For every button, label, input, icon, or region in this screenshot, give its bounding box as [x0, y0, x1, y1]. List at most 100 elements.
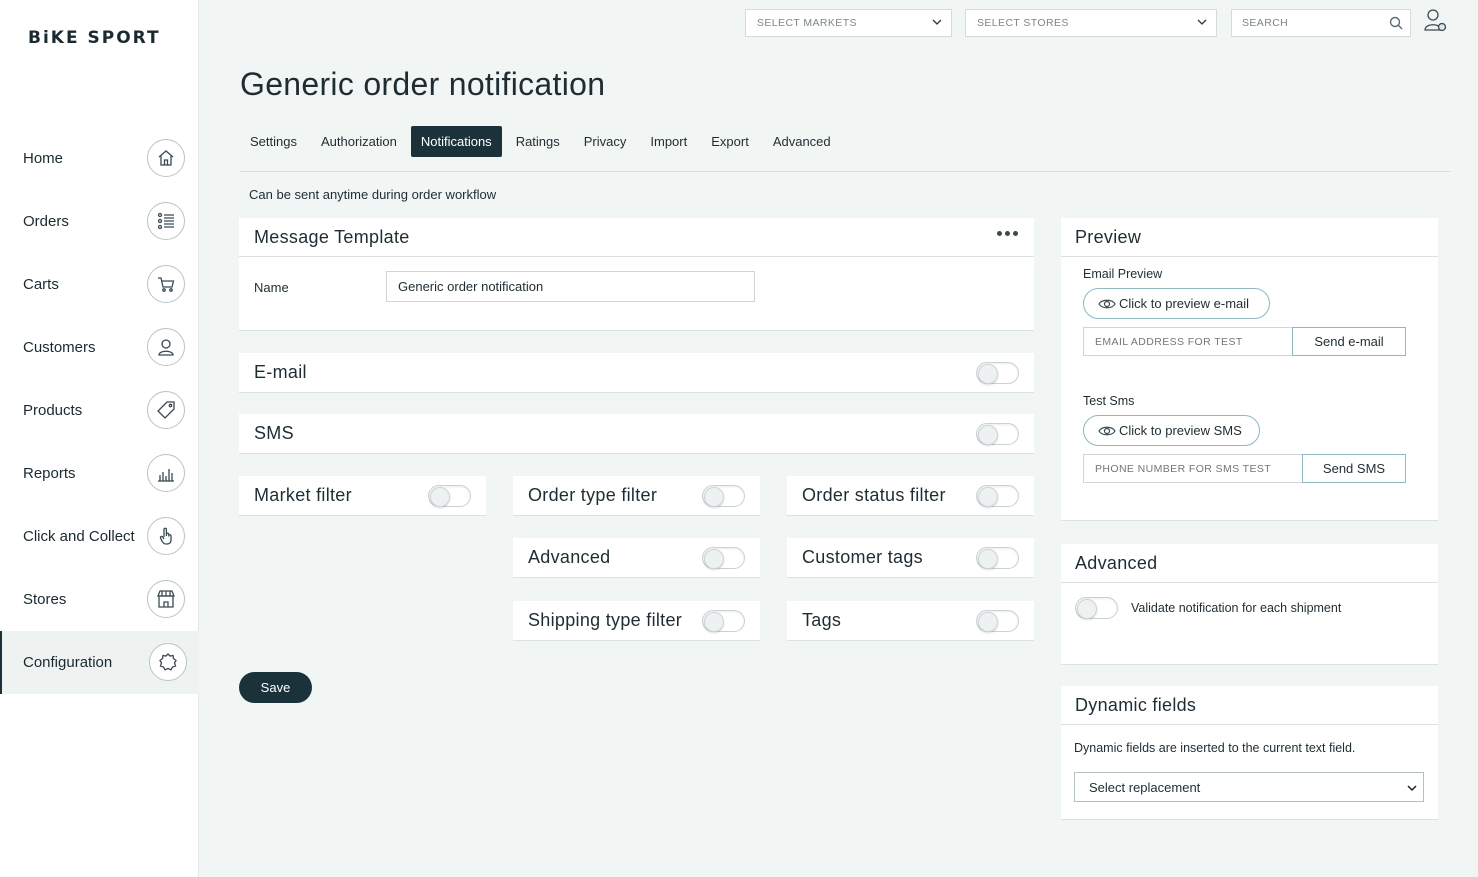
- tab-notifications[interactable]: Notifications: [410, 126, 502, 157]
- replacement-select-value: Select replacement: [1089, 779, 1201, 795]
- shipping-type-filter-label: Shipping type filter: [528, 610, 683, 630]
- more-options-icon[interactable]: [997, 231, 1018, 236]
- dynamic-fields-description: Dynamic fields are inserted to the curre…: [1074, 741, 1356, 755]
- tab-settings[interactable]: Settings: [240, 126, 307, 157]
- markets-select-placeholder: SELECT MARKETS: [757, 17, 857, 29]
- email-preview-label: Email Preview: [1083, 267, 1163, 281]
- test-sms-label: Test Sms: [1083, 394, 1135, 408]
- sidebar-item-carts[interactable]: Carts: [0, 253, 199, 316]
- page-subtitle: Can be sent anytime during order workflo…: [249, 187, 497, 202]
- order-status-filter-toggle[interactable]: [976, 485, 1019, 507]
- replacement-select[interactable]: Select replacement: [1074, 772, 1424, 802]
- send-sms-button[interactable]: Send SMS: [1302, 454, 1406, 483]
- eye-icon: [1098, 299, 1116, 308]
- name-label: Name: [254, 280, 289, 295]
- test-email-field[interactable]: [1083, 327, 1293, 356]
- email-channel-label: E-mail: [254, 362, 307, 382]
- preview-sms-label: Click to preview SMS: [1119, 423, 1242, 438]
- sidebar-item-label: Carts: [23, 276, 59, 293]
- preview-email-button[interactable]: Click to preview e-mail: [1083, 288, 1270, 319]
- order-type-filter-label: Order type filter: [528, 485, 658, 505]
- shipping-type-filter-card: Shipping type filter: [513, 601, 760, 641]
- sidebar-item-label: Orders: [23, 213, 69, 230]
- validate-shipment-toggle[interactable]: [1075, 597, 1118, 619]
- preview-header: Preview: [1061, 218, 1438, 257]
- advanced-filter-card: Advanced: [513, 538, 760, 578]
- sms-toggle[interactable]: [976, 423, 1019, 445]
- tags-filter-toggle[interactable]: [976, 610, 1019, 632]
- dynamic-fields-card: Dynamic fields Dynamic fields are insert…: [1061, 686, 1438, 820]
- sidebar-item-label: Click and Collect: [23, 528, 135, 545]
- preview-card: Preview Email Preview Click to preview e…: [1061, 218, 1438, 521]
- message-template-title: Message Template: [254, 226, 410, 247]
- tab-advanced[interactable]: Advanced: [763, 126, 841, 157]
- message-template-header: Message Template: [239, 218, 1034, 257]
- advanced-filter-toggle[interactable]: [702, 547, 745, 569]
- chevron-down-icon: [1407, 785, 1417, 792]
- stores-select[interactable]: SELECT STORES: [965, 9, 1217, 37]
- order-status-filter-card: Order status filter: [787, 476, 1034, 516]
- brand-logo[interactable]: BiKE SPORT: [28, 28, 161, 48]
- sidebar-item-label: Products: [23, 402, 83, 419]
- advanced-card: Advanced Validate notification for each …: [1061, 544, 1438, 665]
- customer-tags-card: Customer tags: [787, 538, 1034, 578]
- tab-bar: Settings Authorization Notifications Rat…: [240, 126, 845, 157]
- customer-tags-label: Customer tags: [802, 547, 923, 567]
- cart-icon: [147, 265, 185, 303]
- sms-channel-label: SMS: [254, 423, 294, 443]
- search-input[interactable]: SEARCH: [1231, 9, 1411, 37]
- sidebar: BiKE SPORT Home Orders Carts Customers P…: [0, 0, 199, 877]
- email-toggle[interactable]: [976, 362, 1019, 384]
- market-filter-label: Market filter: [254, 485, 352, 505]
- market-filter-toggle[interactable]: [428, 485, 471, 507]
- order-status-filter-label: Order status filter: [802, 485, 946, 505]
- customer-tags-toggle[interactable]: [976, 547, 1019, 569]
- market-filter-card: Market filter: [239, 476, 486, 516]
- stores-select-placeholder: SELECT STORES: [977, 17, 1069, 29]
- name-field[interactable]: [386, 271, 755, 302]
- email-channel-card: E-mail: [239, 353, 1034, 393]
- tags-filter-card: Tags: [787, 601, 1034, 641]
- chevron-down-icon: [932, 19, 942, 25]
- advanced-header: Advanced: [1061, 544, 1438, 583]
- store-icon: [147, 580, 185, 618]
- sidebar-item-label: Stores: [23, 591, 67, 608]
- validate-shipment-label: Validate notification for each shipment: [1131, 601, 1342, 615]
- tab-import[interactable]: Import: [640, 126, 697, 157]
- message-template-card: Message Template Name: [239, 218, 1034, 331]
- preview-email-label: Click to preview e-mail: [1119, 296, 1250, 311]
- sidebar-item-products[interactable]: Products: [0, 379, 199, 442]
- sidebar-item-home[interactable]: Home: [0, 127, 199, 190]
- tab-privacy[interactable]: Privacy: [574, 126, 637, 157]
- tag-icon: [147, 391, 185, 429]
- search-icon[interactable]: [1389, 16, 1403, 30]
- sidebar-item-customers[interactable]: Customers: [0, 316, 199, 379]
- sms-channel-card: SMS: [239, 414, 1034, 454]
- sidebar-item-orders[interactable]: Orders: [0, 190, 199, 253]
- shipping-type-filter-toggle[interactable]: [702, 610, 745, 632]
- eye-icon: [1098, 426, 1116, 435]
- markets-select[interactable]: SELECT MARKETS: [745, 9, 952, 37]
- dynamic-fields-title: Dynamic fields: [1075, 694, 1197, 715]
- order-type-filter-toggle[interactable]: [702, 485, 745, 507]
- sidebar-nav: Home Orders Carts Customers Products Rep…: [0, 127, 199, 694]
- test-phone-field[interactable]: [1083, 454, 1303, 483]
- user-account-icon[interactable]: [1423, 8, 1447, 32]
- sidebar-item-stores[interactable]: Stores: [0, 568, 199, 631]
- advanced-title: Advanced: [1075, 552, 1158, 573]
- save-button[interactable]: Save: [239, 672, 312, 703]
- tab-export[interactable]: Export: [701, 126, 759, 157]
- sidebar-item-configuration[interactable]: Configuration: [0, 631, 199, 694]
- sidebar-item-label: Configuration: [23, 654, 113, 671]
- advanced-filter-label: Advanced: [528, 547, 611, 567]
- customer-icon: [147, 328, 185, 366]
- tab-authorization[interactable]: Authorization: [311, 126, 407, 157]
- preview-sms-button[interactable]: Click to preview SMS: [1083, 415, 1260, 446]
- send-email-button[interactable]: Send e-mail: [1292, 327, 1406, 356]
- order-type-filter-card: Order type filter: [513, 476, 760, 516]
- tags-filter-label: Tags: [802, 610, 842, 630]
- sidebar-item-click-and-collect[interactable]: Click and Collect: [0, 505, 199, 568]
- gear-icon: [149, 643, 187, 681]
- tab-ratings[interactable]: Ratings: [506, 126, 570, 157]
- sidebar-item-reports[interactable]: Reports: [0, 442, 199, 505]
